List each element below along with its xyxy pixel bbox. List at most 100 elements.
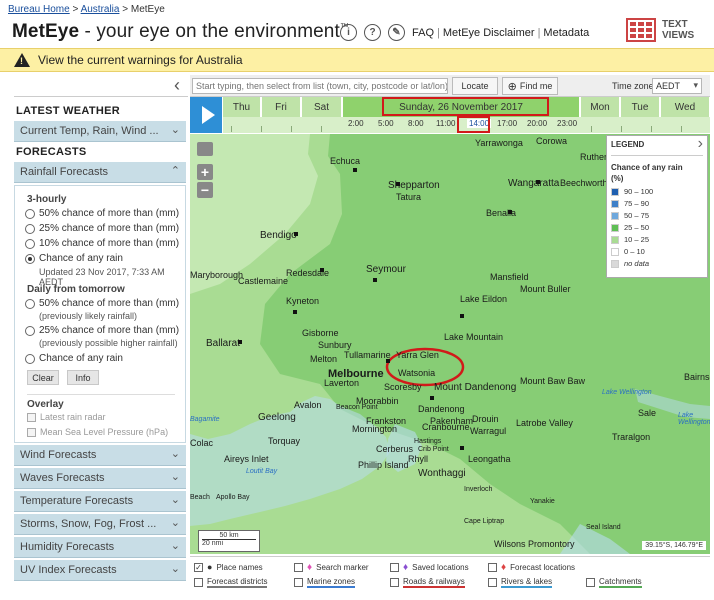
accordion-label: Storms, Snow, Fog, Frost ... — [20, 518, 157, 530]
disclaimer-link[interactable]: MetEye Disclaimer — [443, 27, 535, 39]
legend-swatch — [611, 235, 619, 244]
day-tab-tue[interactable]: Tue — [621, 97, 660, 117]
hour-label[interactable]: 20:00 — [527, 119, 547, 128]
day-tab-sat[interactable]: Sat — [302, 97, 342, 117]
clear-button[interactable]: Clear — [27, 370, 59, 385]
chevron-right-icon[interactable]: › — [698, 135, 703, 153]
location-search-input[interactable] — [192, 78, 448, 94]
radio-3h-50[interactable]: 50% chance of more than (mm) — [25, 208, 179, 219]
play-button[interactable] — [190, 97, 222, 133]
note-50: (previously likely rainfall) — [39, 311, 138, 321]
warning-bar[interactable]: View the current warnings for Australia — [0, 48, 714, 72]
catchments-toggle[interactable]: Catchments — [586, 577, 642, 588]
chevron-down-icon: ⌄ — [170, 471, 180, 483]
rivers-lakes-toggle[interactable]: Rivers & lakes — [488, 577, 553, 588]
timezone-select[interactable]: AEDT — [652, 78, 702, 94]
place-label: Aireys Inlet — [224, 454, 269, 464]
radio-3h-25[interactable]: 25% chance of more than (mm) — [25, 223, 179, 234]
info-button[interactable]: Info — [67, 370, 99, 385]
day-tab-fri[interactable]: Fri — [262, 97, 301, 117]
hour-label[interactable]: 23:00 — [557, 119, 577, 128]
chevron-down-icon: ⌄ — [170, 563, 180, 575]
sidebar-collapse-button[interactable]: ‹ — [14, 75, 188, 97]
day-tab-mon[interactable]: Mon — [581, 97, 620, 117]
radio-3h-10[interactable]: 10% chance of more than (mm) — [25, 238, 179, 249]
forecast-districts-toggle[interactable]: Forecast districts — [194, 577, 268, 588]
uv-forecasts-accordion[interactable]: UV Index Forecasts ⌄ — [14, 560, 186, 581]
legend-swatch — [611, 187, 619, 196]
place-label: Watsonia — [398, 368, 436, 378]
radio-3h-any[interactable]: Chance of any rain — [25, 253, 123, 264]
daily-heading: Daily from tomorrow — [27, 284, 125, 295]
zoom-in-button[interactable]: + — [197, 164, 213, 180]
title-row: MetEye - your eye on the environment™ i … — [12, 18, 712, 48]
text-views-button[interactable]: TEXT VIEWS — [626, 18, 694, 42]
waves-forecasts-accordion[interactable]: Waves Forecasts ⌄ — [14, 468, 186, 489]
map-home-icon[interactable] — [197, 142, 213, 156]
legend-header: LEGEND › — [611, 135, 703, 156]
legend-swatch — [611, 211, 619, 220]
map-view[interactable]: + − Yarrawonga Corowa Rutherglen Echuca … — [190, 134, 710, 554]
zoom-out-button[interactable]: − — [197, 182, 213, 198]
feedback-icon[interactable]: ✎ — [388, 24, 405, 41]
legend-label: 90 – 100 — [624, 187, 654, 196]
breadcrumb-separator: > — [122, 4, 129, 15]
storms-forecasts-accordion[interactable]: Storms, Snow, Fog, Frost ... ⌄ — [14, 514, 186, 535]
marine-zones-toggle[interactable]: Marine zones — [294, 577, 356, 588]
radio-label: 10% chance of more than (mm) — [39, 238, 180, 249]
accordion-label: Humidity Forecasts — [20, 541, 115, 553]
roads-railways-toggle[interactable]: Roads & railways — [390, 577, 465, 588]
temperature-forecasts-accordion[interactable]: Temperature Forecasts ⌄ — [14, 491, 186, 512]
accordion-label: Rainfall Forecasts — [20, 166, 109, 178]
day-tab-wed[interactable]: Wed — [661, 97, 710, 117]
place-label: Phillip Island — [358, 460, 409, 470]
hour-label[interactable]: 2:00 — [348, 119, 364, 128]
find-me-button[interactable]: ⊕ Find me — [502, 77, 558, 95]
place-label: Wonthaggi — [418, 468, 466, 479]
locate-button[interactable]: Locate — [452, 77, 498, 95]
toggle-label: Roads & railways — [403, 577, 465, 588]
place-label: Beach — [190, 494, 210, 501]
place-label: Maryborough — [190, 270, 244, 280]
overlay-radar-checkbox[interactable]: Latest rain radar — [27, 412, 106, 422]
forecast-locations-toggle[interactable]: ♦ Forecast locations — [488, 562, 575, 573]
help-icon[interactable]: ? — [364, 24, 381, 41]
breadcrumb-australia-link[interactable]: Australia — [81, 4, 120, 15]
toggle-label: Saved locations — [412, 563, 469, 572]
day-tab-thu[interactable]: Thu — [223, 97, 261, 117]
place-label: Seymour — [366, 264, 407, 275]
place-label: Yarrawonga — [475, 138, 523, 148]
search-marker-toggle[interactable]: ♦ Search marker — [294, 562, 369, 573]
hour-label[interactable]: 17:00 — [497, 119, 517, 128]
place-label: Apollo Bay — [216, 494, 250, 501]
hour-label[interactable]: 8:00 — [408, 119, 424, 128]
warning-link[interactable]: View the current warnings for Australia — [38, 53, 243, 67]
water-label: Lake Wellington — [602, 389, 652, 396]
radio-daily-50[interactable]: 50% chance of more than (mm) — [25, 298, 179, 309]
timezone-value: AEDT — [656, 81, 681, 91]
humidity-forecasts-accordion[interactable]: Humidity Forecasts ⌄ — [14, 537, 186, 558]
timezone-label: Time zone — [612, 81, 654, 91]
sidebar: ‹ LATEST WEATHER Current Temp, Rain, Win… — [14, 75, 188, 595]
place-label: Inverloch — [464, 486, 493, 493]
current-temp-accordion[interactable]: Current Temp, Rain, Wind ... ⌄ — [14, 121, 186, 142]
rainfall-forecasts-accordion[interactable]: Rainfall Forecasts ⌃ — [14, 162, 186, 183]
toggle-label: Search marker — [316, 563, 369, 572]
radio-daily-25[interactable]: 25% chance of more than (mm) — [25, 325, 179, 336]
legend-swatch — [611, 247, 619, 256]
saved-locations-toggle[interactable]: ♦ Saved locations — [390, 562, 469, 573]
place-label: Cranbourne — [422, 422, 470, 432]
hour-label[interactable]: 5:00 — [378, 119, 394, 128]
place-label: Beacon Point — [336, 404, 378, 411]
metadata-link[interactable]: Metadata — [543, 27, 589, 39]
info-icon[interactable]: i — [340, 24, 357, 41]
radio-daily-any[interactable]: Chance of any rain — [25, 353, 123, 364]
breadcrumb-home-link[interactable]: Bureau Home — [8, 4, 70, 15]
hour-label[interactable]: 11:00 — [436, 119, 455, 128]
faq-link[interactable]: FAQ — [412, 27, 434, 39]
place-names-toggle[interactable]: ✓ ● Place names — [194, 562, 263, 572]
overlay-mslp-checkbox[interactable]: Mean Sea Level Pressure (hPa) — [27, 427, 168, 437]
rainfall-options-panel: 3-hourly 50% chance of more than (mm) 25… — [14, 185, 186, 443]
legend-item: 0 – 10 — [611, 247, 703, 256]
wind-forecasts-accordion[interactable]: Wind Forecasts ⌄ — [14, 445, 186, 466]
